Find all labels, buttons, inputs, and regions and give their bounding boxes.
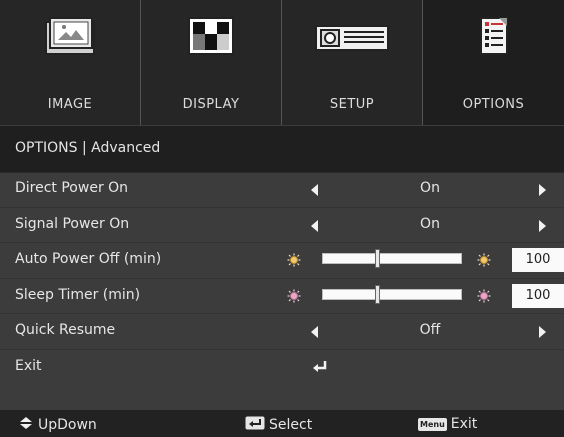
breadcrumb: OPTIONS | Advanced xyxy=(0,126,564,173)
arrow-right-icon[interactable] xyxy=(539,219,546,232)
arrow-left-icon[interactable] xyxy=(311,326,318,338)
menu-row-auto-power-off[interactable]: Auto Power Off (min) 100 xyxy=(0,243,564,279)
sleep-timer-slider[interactable] xyxy=(322,284,462,304)
hint-updown-label: UpDown xyxy=(38,417,97,433)
row-label: Sleep Timer (min) xyxy=(15,286,141,303)
projector-icon xyxy=(314,14,390,62)
breadcrumb-text: OPTIONS | Advanced xyxy=(15,140,161,156)
image-icon xyxy=(40,14,100,62)
display-icon xyxy=(186,14,236,62)
menu-row-quick-resume[interactable]: Quick Resume Off xyxy=(0,314,564,350)
tab-label: OPTIONS xyxy=(462,97,525,112)
options-list: Direct Power On On Signal Power On On Au… xyxy=(0,172,564,384)
row-label: Quick Resume xyxy=(15,322,116,338)
arrow-right-icon[interactable] xyxy=(539,326,546,338)
arrow-left-icon[interactable] xyxy=(311,219,318,232)
row-label: Direct Power On xyxy=(15,180,129,196)
enter-icon[interactable] xyxy=(312,359,328,378)
sun-dim-icon xyxy=(287,288,301,302)
auto-power-off-value[interactable]: 100 xyxy=(512,248,564,272)
tab-setup[interactable]: SETUP xyxy=(282,0,423,125)
enter-key-icon xyxy=(245,416,265,434)
tab-image[interactable]: IMAGE xyxy=(0,0,141,125)
hint-select-label: Select xyxy=(269,417,313,433)
tab-bar: IMAGE DISPLAY SETUP OPTIONS xyxy=(0,0,564,125)
hint-exit: Menu Exit xyxy=(418,416,477,432)
options-checklist-icon xyxy=(477,14,511,62)
slider-knob[interactable] xyxy=(375,284,380,304)
menu-row-exit[interactable]: Exit xyxy=(0,350,564,385)
auto-power-off-slider[interactable] xyxy=(322,249,462,268)
row-label: Exit xyxy=(15,357,42,374)
tab-label: SETUP xyxy=(329,97,375,112)
row-value: On xyxy=(420,180,440,196)
footer-hints: UpDown Select Menu Exit xyxy=(0,410,564,437)
menu-row-sleep-timer[interactable]: Sleep Timer (min) 100 xyxy=(0,279,564,314)
sun-bright-icon xyxy=(477,288,491,302)
row-value: On xyxy=(420,215,440,232)
menu-key-icon: Menu xyxy=(418,417,447,431)
hint-exit-label: Exit xyxy=(450,416,478,432)
updown-icon xyxy=(18,416,34,434)
arrow-left-icon[interactable] xyxy=(311,184,318,196)
sun-bright-icon xyxy=(477,252,491,267)
hint-select: Select xyxy=(245,416,312,434)
tab-options[interactable]: OPTIONS xyxy=(423,0,564,125)
slider-knob[interactable] xyxy=(375,249,380,268)
menu-row-signal-power-on[interactable]: Signal Power On On xyxy=(0,208,564,243)
tab-label: IMAGE xyxy=(47,97,93,112)
arrow-right-icon[interactable] xyxy=(539,184,546,196)
sun-dim-icon xyxy=(287,252,301,267)
row-label: Auto Power Off (min) xyxy=(15,251,162,267)
tab-label: DISPLAY xyxy=(182,97,240,112)
menu-row-direct-power-on[interactable]: Direct Power On On xyxy=(0,172,564,208)
tab-display[interactable]: DISPLAY xyxy=(141,0,282,125)
osd-menu: IMAGE DISPLAY SETUP OPTIONS OPTIONS | Ad… xyxy=(0,0,564,437)
row-value: Off xyxy=(419,322,441,338)
sleep-timer-value[interactable]: 100 xyxy=(512,283,564,308)
hint-updown: UpDown xyxy=(18,416,97,434)
row-label: Signal Power On xyxy=(15,215,130,232)
